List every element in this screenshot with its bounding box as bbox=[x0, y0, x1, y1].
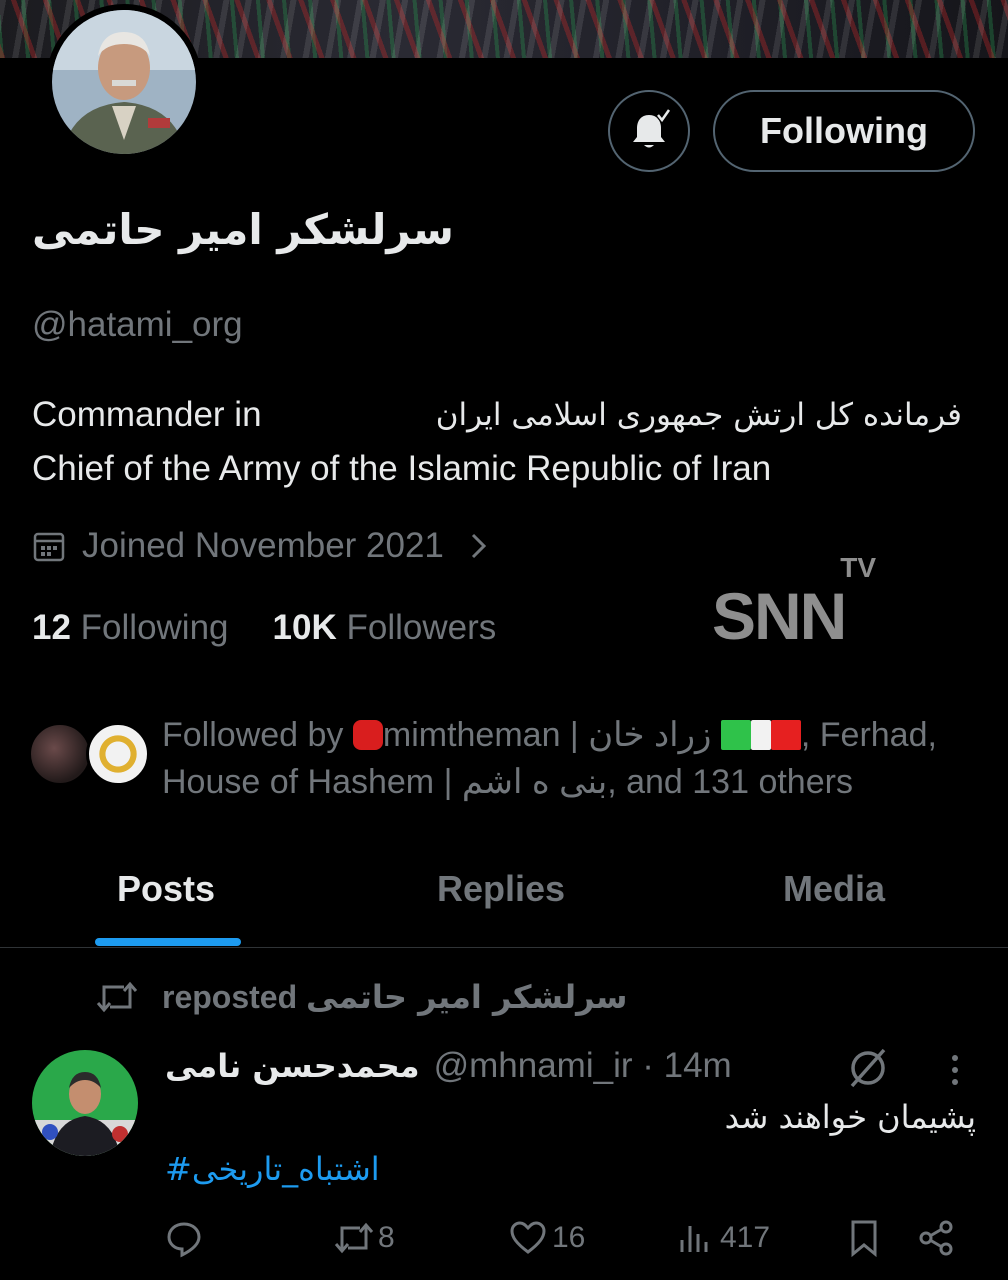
following-count: 12 bbox=[32, 608, 71, 647]
bio-fa: فرمانده کل ارتش جمهوری اسلامی ایران bbox=[435, 397, 962, 433]
post-author-avatar-image bbox=[32, 1050, 138, 1156]
follower-avatar bbox=[28, 722, 92, 786]
profile-handle: @hatami_org bbox=[32, 305, 243, 344]
more-options-icon[interactable] bbox=[944, 1052, 966, 1088]
heart-icon bbox=[510, 1221, 546, 1254]
views-count: 417 bbox=[720, 1221, 771, 1254]
post-hashtag[interactable]: اشتباه_تاریخی# bbox=[165, 1150, 380, 1188]
followers-stat[interactable]: 10K Followers bbox=[273, 608, 497, 648]
followed-by-user1: mimtheman | زراد خان bbox=[382, 716, 721, 754]
grok-icon[interactable] bbox=[846, 1046, 890, 1090]
tab-posts[interactable]: Posts bbox=[117, 868, 215, 910]
profile-stats: 12 Following 10K Followers bbox=[32, 608, 496, 648]
followed-by-suffix: , and 131 others bbox=[607, 763, 853, 801]
followers-stat-label: Followers bbox=[346, 608, 497, 647]
following-stat[interactable]: 12 Following bbox=[32, 608, 229, 648]
watermark-sub: TV bbox=[840, 552, 876, 583]
repost-button[interactable]: 8 bbox=[334, 1218, 395, 1258]
reply-button[interactable] bbox=[164, 1218, 204, 1258]
active-tab-indicator bbox=[95, 938, 241, 946]
bio-en-line1: Commander in bbox=[32, 395, 262, 434]
post-author-name[interactable]: محمدحسن نامی bbox=[165, 1047, 420, 1085]
watermark-main: SNN bbox=[712, 579, 847, 653]
like-button[interactable]: 16 bbox=[508, 1218, 585, 1258]
bio-en-line2: Chief of the Army of the Islamic Republi… bbox=[32, 449, 772, 488]
bookmark-icon bbox=[851, 1220, 877, 1258]
profile-avatar-image bbox=[52, 10, 196, 154]
snn-watermark: TV SNN bbox=[712, 552, 882, 653]
profile-bio: Commander in فرمانده کل ارتش جمهوری اسلا… bbox=[32, 388, 962, 496]
post-author-avatar[interactable] bbox=[32, 1050, 138, 1156]
profile-display-name: سرلشکر امیر حاتمی bbox=[32, 205, 454, 254]
views-button[interactable]: 417 bbox=[676, 1218, 770, 1258]
followers-count: 10K bbox=[272, 608, 337, 647]
red-square-icon bbox=[770, 720, 801, 750]
backpack-emoji-icon bbox=[352, 720, 383, 750]
repost-icon bbox=[96, 981, 138, 1013]
reply-icon bbox=[167, 1222, 201, 1258]
tab-media[interactable]: Media bbox=[783, 868, 885, 910]
reposter-name: سرلشکر امیر حاتمی bbox=[306, 978, 628, 1016]
followed-by-user3: House of Hashem | بنی ه اشم bbox=[162, 763, 608, 801]
joined-label: Joined November 2021 bbox=[82, 526, 444, 565]
repost-icon bbox=[334, 1222, 374, 1254]
repost-context[interactable]: reposted سرلشکر امیر حاتمی bbox=[96, 978, 627, 1016]
followed-by-text: Followed by mimtheman | زراد خان , Ferha… bbox=[162, 712, 992, 806]
green-square-icon bbox=[720, 720, 751, 750]
tab-replies[interactable]: Replies bbox=[437, 868, 565, 910]
notifications-button[interactable] bbox=[608, 90, 690, 172]
followed-by-user2: , Ferhad, bbox=[800, 716, 937, 754]
like-count: 16 bbox=[552, 1221, 586, 1254]
profile-avatar[interactable] bbox=[46, 4, 202, 160]
bell-check-icon bbox=[633, 108, 672, 148]
chevron-right-icon bbox=[471, 533, 487, 559]
bookmark-button[interactable] bbox=[844, 1218, 884, 1258]
following-button[interactable]: Following bbox=[713, 90, 975, 172]
share-icon bbox=[919, 1220, 953, 1256]
following-stat-label: Following bbox=[80, 608, 229, 647]
joined-date[interactable]: Joined November 2021 bbox=[32, 526, 490, 566]
post-actions: 8 16 417 bbox=[0, 1218, 1008, 1274]
post-header: محمدحسن نامی @mhnami_ir · 14m bbox=[165, 1046, 732, 1086]
followed-by-avatars bbox=[28, 722, 158, 788]
views-icon bbox=[680, 1226, 708, 1252]
post-text: پشیمان خواهند شد bbox=[724, 1098, 976, 1136]
iran-emblem-icon bbox=[750, 720, 771, 750]
repost-count: 8 bbox=[378, 1221, 395, 1254]
calendar-icon bbox=[33, 532, 65, 562]
profile-tabs: Posts Replies Media bbox=[0, 850, 1008, 948]
repost-label: reposted bbox=[162, 979, 298, 1015]
followed-by-prefix: Followed by bbox=[162, 716, 353, 754]
repost-text: reposted سرلشکر امیر حاتمی bbox=[162, 978, 627, 1016]
share-button[interactable] bbox=[916, 1218, 956, 1258]
post-author-meta[interactable]: @mhnami_ir · 14m bbox=[434, 1046, 732, 1086]
follower-avatar bbox=[86, 722, 150, 786]
